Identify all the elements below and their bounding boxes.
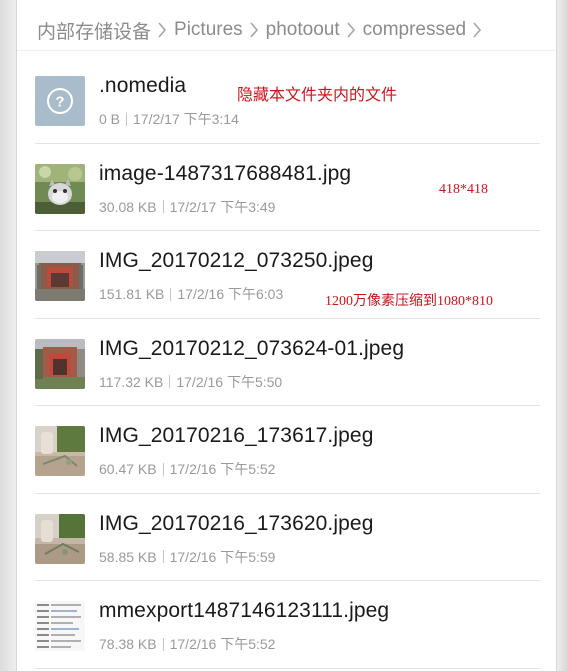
image-thumbnail — [35, 601, 85, 651]
file-size: 78.38 KB — [99, 636, 157, 652]
file-name: mmexport1487146123111.jpeg — [99, 599, 390, 622]
file-size: 151.81 KB — [99, 286, 165, 302]
meta-separator — [162, 200, 164, 213]
file-date: 17/2/17 下午3:49 — [169, 198, 276, 215]
annotation-compress-note: 1200万像素压缩到1080*810 — [325, 294, 493, 309]
chevron-right-icon — [469, 18, 485, 42]
file-name: image-1487317688481.jpg — [99, 161, 352, 185]
file-meta: 60.47 KB 17/2/16 下午5:52 — [99, 459, 275, 479]
chevron-right-icon — [154, 18, 170, 42]
image-thumbnail — [35, 163, 85, 214]
meta-separator — [162, 637, 164, 651]
image-thumbnail — [35, 513, 85, 564]
file-size: 58.85 KB — [99, 548, 157, 565]
file-date: 17/2/17 下午3:14 — [133, 111, 239, 127]
meta-separator — [162, 550, 164, 563]
meta-separator — [162, 462, 164, 476]
chevron-right-icon — [343, 18, 359, 42]
breadcrumb-item-internal-storage[interactable]: 内部存储设备 — [37, 17, 151, 44]
file-row[interactable]: IMG_20170212_073624-01.jpeg 117.32 KB 17… — [17, 319, 556, 406]
meta-separator — [170, 287, 172, 301]
file-name: IMG_20170212_073250.jpeg — [99, 249, 374, 272]
unknown-file-icon: ? — [35, 76, 85, 126]
file-size: 0 B — [99, 111, 121, 127]
image-thumbnail — [35, 338, 85, 389]
file-date: 17/2/16 下午5:52 — [169, 636, 276, 652]
breadcrumb-item-compressed[interactable]: compressed — [363, 19, 467, 41]
device-frame-right — [557, 0, 568, 671]
file-meta: 0 B 17/2/17 下午3:14 — [99, 109, 239, 129]
file-meta: 78.38 KB 17/2/16 下午5:52 — [99, 634, 275, 654]
file-date: 17/2/16 下午5:50 — [176, 373, 283, 390]
file-row[interactable]: IMG_20170216_173620.jpeg 58.85 KB 17/2/1… — [17, 494, 556, 581]
file-meta: 30.08 KB 17/2/17 下午3:49 — [99, 197, 275, 217]
annotation-hidden-note: 隐藏本文件夹内的文件 — [237, 87, 398, 104]
meta-separator — [126, 112, 128, 126]
file-size: 60.47 KB — [99, 461, 157, 477]
breadcrumb-item-photoout[interactable]: photoout — [266, 19, 340, 41]
file-name: IMG_20170216_173620.jpeg — [99, 511, 374, 535]
breadcrumb: 内部存储设备 Pictures photoout compressed — [37, 10, 489, 50]
row-divider — [35, 667, 540, 669]
header-divider — [17, 50, 556, 51]
file-row[interactable]: mmexport1487146123111.jpeg 78.38 KB 17/2… — [17, 581, 556, 669]
file-name: IMG_20170212_073624-01.jpeg — [99, 336, 405, 360]
image-thumbnail — [35, 426, 85, 476]
file-list: ? .nomedia 0 B 17/2/17 下午3:14 image-1487… — [17, 56, 556, 669]
annotation-dimension-note: 418*418 — [439, 182, 488, 197]
file-meta: 117.32 KB 17/2/16 下午5:50 — [99, 372, 282, 392]
file-date: 17/2/16 下午5:59 — [169, 548, 276, 565]
file-name: .nomedia — [99, 74, 187, 97]
file-date: 17/2/16 下午6:03 — [177, 286, 284, 302]
file-row[interactable]: IMG_20170216_173617.jpeg 60.47 KB 17/2/1… — [17, 406, 556, 494]
chevron-right-icon — [246, 18, 262, 42]
device-frame-left — [0, 0, 16, 671]
file-meta: 151.81 KB 17/2/16 下午6:03 — [99, 284, 283, 304]
image-thumbnail — [35, 251, 85, 301]
file-name: IMG_20170216_173617.jpeg — [99, 424, 374, 447]
breadcrumb-item-pictures[interactable]: Pictures — [174, 19, 243, 41]
file-manager-screen: 内部存储设备 Pictures photoout compressed ? .n… — [16, 0, 557, 671]
svg-text:?: ? — [55, 94, 64, 111]
file-size: 117.32 KB — [99, 373, 164, 390]
file-date: 17/2/16 下午5:52 — [169, 461, 276, 477]
file-size: 30.08 KB — [99, 198, 157, 215]
file-meta: 58.85 KB 17/2/16 下午5:59 — [99, 547, 275, 567]
meta-separator — [169, 375, 171, 388]
